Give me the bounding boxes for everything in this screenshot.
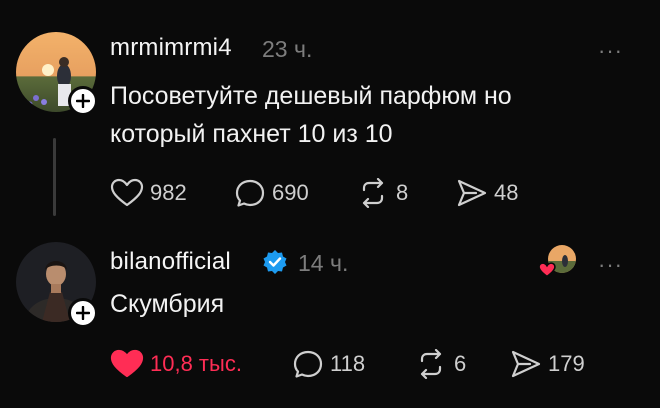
thread-connector-line — [53, 138, 56, 216]
reply-count: 118 — [330, 351, 366, 376]
timestamp: 23 ч. — [262, 36, 313, 62]
author-liked-heart-icon — [538, 262, 556, 278]
reply-button[interactable]: 690 — [234, 178, 309, 208]
comment-bubble-icon — [235, 179, 265, 207]
reply-count: 690 — [272, 180, 309, 205]
timestamp: 14 ч. — [298, 250, 349, 276]
follow-plus-button[interactable] — [68, 298, 98, 328]
like-button[interactable]: 10,8 тыс. — [110, 349, 242, 379]
like-count: 10,8 тыс. — [150, 351, 242, 376]
post-text-line-2: который пахнет 10 из 10 — [110, 120, 393, 148]
repost-icon — [362, 178, 384, 208]
repost-button[interactable]: 6 — [414, 349, 466, 379]
heart-icon — [110, 178, 144, 207]
thread-post-2: bilanofficial 14 ч. ··· Скумбрия 10,8 ты… — [0, 220, 660, 408]
ellipsis-icon[interactable]: ··· — [598, 38, 623, 64]
send-icon — [511, 350, 541, 378]
like-button[interactable]: 982 — [110, 178, 187, 208]
share-count: 179 — [548, 351, 585, 376]
post-text-line-1: Скумбрия — [110, 290, 225, 318]
thread-post-1: mrmimrmi4 23 ч. ··· Посоветуйте дешевый … — [0, 0, 660, 220]
heart-filled-icon — [110, 349, 144, 378]
username[interactable]: mrmimrmi4 — [110, 34, 232, 62]
repost-button[interactable]: 8 — [356, 178, 408, 208]
send-icon — [457, 179, 487, 207]
username[interactable]: bilanofficial — [110, 248, 231, 276]
share-button[interactable]: 179 — [510, 349, 585, 379]
verified-badge-icon — [263, 250, 287, 274]
reply-button[interactable]: 118 — [292, 349, 365, 379]
plus-icon — [76, 94, 90, 108]
repost-icon — [420, 349, 442, 379]
share-button[interactable]: 48 — [456, 178, 518, 208]
post-text-line-1: Посоветуйте дешевый парфюм но — [110, 82, 512, 110]
share-count: 48 — [494, 180, 519, 205]
like-count: 982 — [150, 180, 187, 205]
plus-icon — [76, 306, 90, 320]
ellipsis-icon[interactable]: ··· — [598, 252, 623, 278]
repost-count: 8 — [396, 180, 409, 205]
follow-plus-button[interactable] — [68, 86, 98, 116]
repost-count: 6 — [454, 351, 467, 376]
comment-bubble-icon — [293, 350, 323, 378]
